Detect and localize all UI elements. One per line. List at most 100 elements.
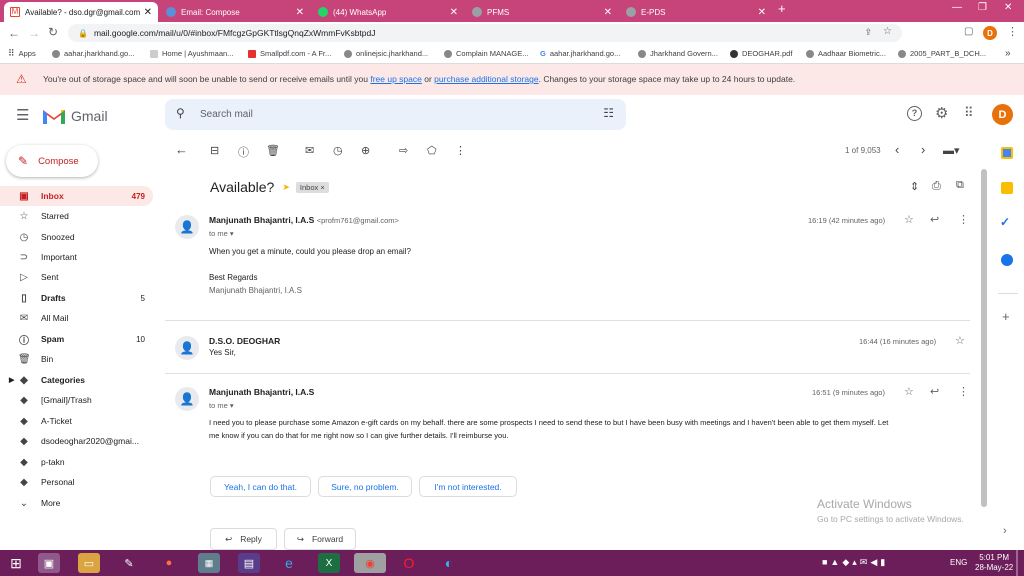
- keep-icon[interactable]: [1001, 182, 1013, 194]
- reply-icon[interactable]: ↩: [930, 213, 939, 226]
- chrome-icon[interactable]: ◉: [354, 553, 386, 573]
- reply-icon[interactable]: ↩: [930, 385, 939, 398]
- search-options-icon[interactable]: ☷: [603, 106, 614, 120]
- sidebar-item-dsodeoghar[interactable]: ◆ dsodeoghar2020@gmai...: [0, 431, 153, 451]
- sidebar-item-bin[interactable]: 🗑 Bin: [0, 349, 153, 369]
- back-icon[interactable]: ←: [8, 26, 20, 40]
- restore-icon[interactable]: ❐: [978, 2, 987, 13]
- add-on-plus-icon[interactable]: +: [1002, 309, 1010, 324]
- sidebar-item-important[interactable]: ⊃ Important: [0, 247, 153, 267]
- sender-name[interactable]: Manjunath Bhajantri, I.A.S: [209, 387, 314, 397]
- message-2[interactable]: 👤 D.S.O. DEOGHAR Yes Sir, 16:44 (16 minu…: [165, 331, 970, 371]
- bookmark-item[interactable]: Smallpdf.com - A Fr...: [248, 49, 331, 58]
- add-task-icon[interactable]: ⊕: [361, 144, 370, 157]
- star-icon[interactable]: ☆: [955, 334, 965, 347]
- language-indicator[interactable]: ENG: [950, 558, 967, 567]
- smart-reply-chip[interactable]: Yeah, I can do that.: [210, 476, 311, 497]
- sidebar-item-starred[interactable]: ☆ Starred: [0, 206, 153, 226]
- account-avatar[interactable]: D: [992, 104, 1013, 125]
- close-tab-icon[interactable]: ✕: [604, 7, 612, 18]
- contacts-icon[interactable]: [1001, 254, 1013, 266]
- excel-icon[interactable]: X: [318, 553, 340, 573]
- mark-unread-icon[interactable]: ✉: [305, 144, 314, 157]
- bookmark-star-icon[interactable]: ☆: [883, 26, 892, 37]
- tab-whatsapp[interactable]: (44) WhatsApp ✕: [312, 2, 464, 22]
- sidebar-item-snoozed[interactable]: ◷ Snoozed: [0, 227, 153, 247]
- sidebar-item-p-takn[interactable]: ◆ p-takn: [0, 452, 153, 472]
- sidebar-item-all-mail[interactable]: ✉ All Mail: [0, 308, 153, 328]
- show-desktop-button[interactable]: [1016, 550, 1018, 576]
- hide-panel-chevron-icon[interactable]: ›: [1003, 525, 1007, 537]
- newer-chevron-icon[interactable]: ‹: [895, 142, 899, 157]
- system-clock[interactable]: 5:01 PM 28-May-22: [975, 553, 1013, 573]
- firefox-icon[interactable]: ●: [158, 553, 180, 573]
- scrollbar-thumb[interactable]: [981, 169, 987, 507]
- side-panel-icon[interactable]: ▢: [964, 26, 973, 37]
- bookmark-item[interactable]: Home | Ayushmaan...: [150, 49, 233, 58]
- free-up-space-link[interactable]: free up space: [370, 74, 422, 84]
- recipient-dropdown[interactable]: to me ▾: [209, 401, 234, 410]
- forward-button[interactable]: ↪ Forward: [284, 528, 356, 550]
- system-tray-icons[interactable]: ■▲◆▴✉◀▮: [822, 557, 888, 568]
- close-tab-icon[interactable]: ✕: [450, 7, 458, 18]
- report-spam-icon[interactable]: ⓘ: [238, 144, 249, 160]
- search-icon[interactable]: ⚲: [176, 106, 185, 120]
- star-icon[interactable]: ☆: [904, 385, 914, 398]
- sidebar-item-sent[interactable]: ▷ Sent: [0, 267, 153, 287]
- edge-icon[interactable]: ◐: [438, 553, 460, 573]
- compose-button[interactable]: ✎ Compose: [6, 145, 98, 177]
- reload-icon[interactable]: ↻: [48, 25, 58, 39]
- purchase-storage-link[interactable]: purchase additional storage: [434, 74, 538, 84]
- more-options-icon[interactable]: ⋮: [958, 385, 969, 398]
- bookmark-item[interactable]: Complain MANAGE...: [444, 49, 529, 58]
- label-tag-icon[interactable]: ⬠: [427, 144, 437, 157]
- profile-avatar[interactable]: D: [983, 26, 997, 40]
- expand-all-icon[interactable]: ⇕: [910, 180, 919, 193]
- bookmark-item[interactable]: Aadhaar Biometric...: [806, 49, 886, 58]
- star-icon[interactable]: ☆: [904, 213, 914, 226]
- sidebar-item-spam[interactable]: ⓘ Spam 10: [0, 329, 153, 349]
- expand-arrow-icon[interactable]: ▶: [9, 376, 14, 384]
- open-new-window-icon[interactable]: ⧉: [956, 179, 964, 192]
- sidebar-item-drafts[interactable]: ▯ Drafts 5: [0, 288, 153, 308]
- recipient-dropdown[interactable]: to me ▾: [209, 229, 234, 238]
- print-icon[interactable]: ⎙: [932, 180, 941, 193]
- sidebar-item-categories[interactable]: ▶ ◆ Categories: [0, 370, 153, 390]
- archive-icon[interactable]: ⊟: [210, 144, 219, 157]
- bookmark-item[interactable]: Jharkhand Govern...: [638, 49, 718, 58]
- minimize-icon[interactable]: —: [952, 2, 962, 13]
- tab-pfms[interactable]: PFMS ✕: [466, 2, 618, 22]
- help-icon[interactable]: ?: [907, 106, 922, 121]
- more-options-icon[interactable]: ⋮: [958, 213, 969, 226]
- importance-marker-icon[interactable]: ➤: [282, 182, 290, 193]
- sidebar-item-inbox[interactable]: ▣ Inbox 479: [0, 186, 153, 206]
- bookmark-apps[interactable]: ⠿ Apps: [8, 48, 36, 59]
- close-tab-icon[interactable]: ✕: [296, 7, 304, 18]
- calendar-icon[interactable]: [1001, 147, 1013, 159]
- gmail-logo[interactable]: Gmail: [42, 107, 108, 125]
- app-window-icon[interactable]: ▣: [38, 553, 60, 573]
- older-chevron-icon[interactable]: ›: [921, 142, 925, 157]
- smart-reply-chip[interactable]: I'm not interested.: [419, 476, 517, 497]
- sidebar-item-personal[interactable]: ◆ Personal: [0, 472, 153, 492]
- bookmark-item[interactable]: aahar.jharkhand.go...: [52, 49, 134, 58]
- opera-icon[interactable]: O: [398, 553, 420, 573]
- share-icon[interactable]: ⇪: [864, 27, 872, 38]
- back-to-inbox-icon[interactable]: ←: [175, 142, 188, 157]
- main-menu-icon[interactable]: ☰: [16, 106, 29, 124]
- smart-reply-chip[interactable]: Sure, no problem.: [318, 476, 412, 497]
- close-tab-icon[interactable]: ✕: [144, 7, 152, 18]
- tab-email-compose[interactable]: Email: Compose ✕: [160, 2, 310, 22]
- more-options-icon[interactable]: ⋮: [455, 144, 466, 157]
- close-tab-icon[interactable]: ✕: [758, 7, 766, 18]
- paint-icon[interactable]: ✎: [118, 553, 140, 573]
- tasks-icon[interactable]: ✓: [1000, 215, 1010, 229]
- bookmark-item[interactable]: DEOGHAR.pdf: [730, 49, 792, 58]
- forward-icon[interactable]: →: [28, 26, 40, 40]
- bookmarks-overflow-button[interactable]: »: [1005, 48, 1011, 59]
- sidebar-item-more[interactable]: ⌄ More: [0, 493, 153, 513]
- inbox-label-chip[interactable]: Inbox ×: [295, 181, 329, 193]
- close-window-icon[interactable]: ✕: [1004, 2, 1012, 13]
- sidebar-item-gmail-trash[interactable]: ◆ [Gmail]/Trash: [0, 390, 153, 410]
- reply-button[interactable]: ↩ Reply: [210, 528, 277, 550]
